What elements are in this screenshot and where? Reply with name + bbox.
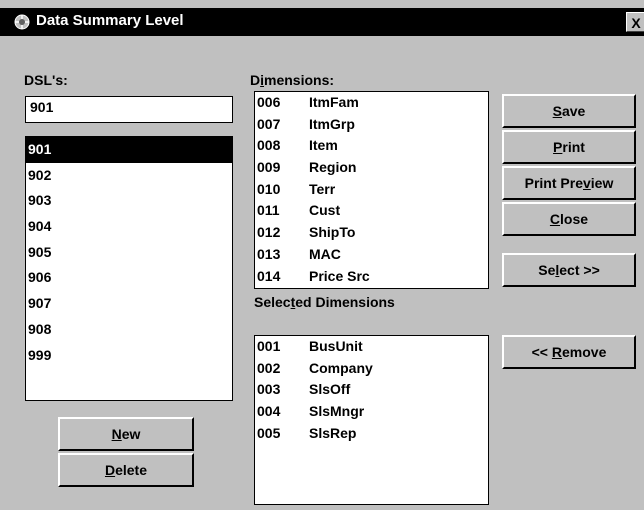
- dimension-row-code: 007: [257, 115, 281, 132]
- dimensions-list[interactable]: 006 ItmFam 007 ItmGrp 008 Item 009 Region 010 Ter…: [254, 91, 489, 289]
- dimension-row-code: 011: [257, 202, 280, 219]
- selected-dimension-row-code: 004: [257, 403, 281, 420]
- selected-dimension-row[interactable]: 005 SlsRep: [255, 423, 488, 445]
- print-preview-button-rest: iew: [590, 175, 614, 191]
- selected-dimension-row-name: SlsOff: [309, 381, 351, 398]
- select-button[interactable]: Select >>: [502, 253, 636, 287]
- dimension-row-name: Cust: [309, 202, 341, 219]
- dimension-row-code: 006: [257, 94, 281, 110]
- close-button-accel: C: [549, 211, 561, 227]
- print-button-rest: rint: [562, 139, 585, 155]
- selected-dimension-row-name: BusUnit: [309, 338, 363, 354]
- dimension-row-code: 010: [257, 180, 281, 197]
- selected-dimension-row[interactable]: 004 SlsMngr: [255, 401, 488, 423]
- dialog-window: Data Summary Level X DSL's: 901 901 902 90…: [0, 0, 644, 510]
- dsl-list[interactable]: 901 902 903 904 905 906 907 908 999: [25, 136, 233, 401]
- dimensions-label-rest: mensions:: [264, 72, 335, 88]
- select-button-pre: Se: [538, 262, 556, 278]
- dimension-row-name: Price Src: [309, 267, 370, 284]
- remove-button-rest: emove: [562, 344, 607, 360]
- dimension-row-name: ItmFam: [309, 94, 359, 110]
- delete-button[interactable]: Delete: [58, 453, 194, 487]
- dimension-row[interactable]: 013 MAC: [255, 244, 488, 266]
- dsl-list-item[interactable]: 905: [26, 240, 232, 266]
- selected-dimension-row-code: 005: [257, 424, 281, 441]
- title-bar[interactable]: Data Summary Level X: [0, 8, 644, 36]
- dimension-row[interactable]: 012 ShipTo: [255, 222, 488, 244]
- dimension-row-code: 008: [257, 137, 281, 154]
- save-button-rest: ave: [561, 103, 586, 119]
- selected-dimension-row[interactable]: 001 BusUnit: [255, 336, 488, 358]
- save-button-accel: S: [552, 103, 562, 119]
- print-preview-button-pre: Print Pre: [524, 175, 583, 191]
- delete-button-rest: elete: [115, 462, 148, 478]
- dsl-list-item[interactable]: 906: [26, 265, 232, 291]
- dsl-list-item[interactable]: 908: [26, 317, 232, 343]
- new-button-accel: N: [111, 426, 122, 442]
- print-button[interactable]: Print: [502, 130, 636, 164]
- dimension-row-code: 012: [257, 224, 281, 241]
- dimension-row[interactable]: 007 ItmGrp: [255, 114, 488, 136]
- dsl-list-item[interactable]: 904: [26, 214, 232, 240]
- delete-button-accel: D: [104, 462, 116, 478]
- selected-dimensions-label-rest: ed Dimensions: [295, 294, 395, 310]
- dsl-list-item[interactable]: 903: [26, 188, 232, 214]
- dimension-row[interactable]: 006 ItmFam: [255, 92, 488, 114]
- dsl-label: DSL's:: [24, 72, 68, 88]
- close-button-rest: lose: [560, 211, 589, 227]
- dsl-list-item[interactable]: 901: [26, 137, 232, 163]
- selected-dimension-row-code: 003: [257, 381, 281, 398]
- selected-dimension-row-name: SlsRep: [309, 424, 357, 441]
- save-button[interactable]: Save: [502, 94, 636, 128]
- dsl-input[interactable]: 901: [25, 96, 233, 123]
- remove-button-pre: <<: [531, 344, 552, 360]
- dimension-row-name: Item: [309, 137, 338, 154]
- new-button[interactable]: New: [58, 417, 194, 451]
- dimension-row[interactable]: 011 Cust: [255, 200, 488, 222]
- dsl-list-item[interactable]: 999: [26, 343, 232, 369]
- selected-dimensions-list[interactable]: 001 BusUnit 002 Company 003 SlsOff 004 SlsMngr 0…: [254, 335, 489, 505]
- dimension-row-code: 014: [257, 267, 281, 284]
- selected-dimension-row-code: 002: [257, 359, 281, 376]
- remove-button[interactable]: << Remove: [502, 335, 636, 369]
- dimensions-label-prefix: D: [250, 72, 261, 88]
- dimension-row[interactable]: 014 Price Src: [255, 266, 488, 288]
- selected-dimension-row-name: SlsMngr: [309, 403, 365, 420]
- selected-dimensions-label: Selected Dimensions: [254, 294, 395, 310]
- dimension-row-name: Terr: [309, 180, 336, 197]
- dsl-list-item[interactable]: 907: [26, 291, 232, 317]
- app-icon: [14, 14, 30, 30]
- selected-dimension-row[interactable]: 002 Company: [255, 358, 488, 380]
- close-button[interactable]: Close: [502, 202, 636, 236]
- dimension-row-name: ItmGrp: [309, 115, 355, 132]
- dimension-row[interactable]: 010 Terr: [255, 179, 488, 201]
- dimension-row-name: MAC: [309, 245, 341, 262]
- new-button-rest: ew: [121, 426, 141, 442]
- close-icon: X: [631, 15, 641, 31]
- print-preview-button-accel: v: [582, 175, 591, 191]
- print-button-accel: P: [553, 139, 563, 155]
- selected-dimension-row[interactable]: 003 SlsOff: [255, 379, 488, 401]
- dimensions-label: Dimensions:: [250, 72, 334, 88]
- select-button-rest: ect >>: [559, 262, 600, 278]
- selected-dimension-row-name: Company: [309, 359, 373, 376]
- dimension-row-code: 009: [257, 159, 281, 176]
- window-title: Data Summary Level: [36, 12, 184, 29]
- selected-dimensions-label-prefix: Selec: [254, 294, 291, 310]
- dimension-row[interactable]: 008 Item: [255, 135, 488, 157]
- dimension-row[interactable]: 009 Region: [255, 157, 488, 179]
- print-preview-button[interactable]: Print Preview: [502, 166, 636, 200]
- remove-button-accel: R: [551, 344, 562, 360]
- dsl-list-item[interactable]: 902: [26, 163, 232, 189]
- dimension-row-code: 013: [257, 245, 281, 262]
- dimension-row-name: ShipTo: [309, 224, 356, 241]
- selected-dimension-row-code: 001: [257, 338, 281, 354]
- dimension-row-name: Region: [309, 159, 357, 176]
- close-window-button[interactable]: X: [626, 12, 644, 32]
